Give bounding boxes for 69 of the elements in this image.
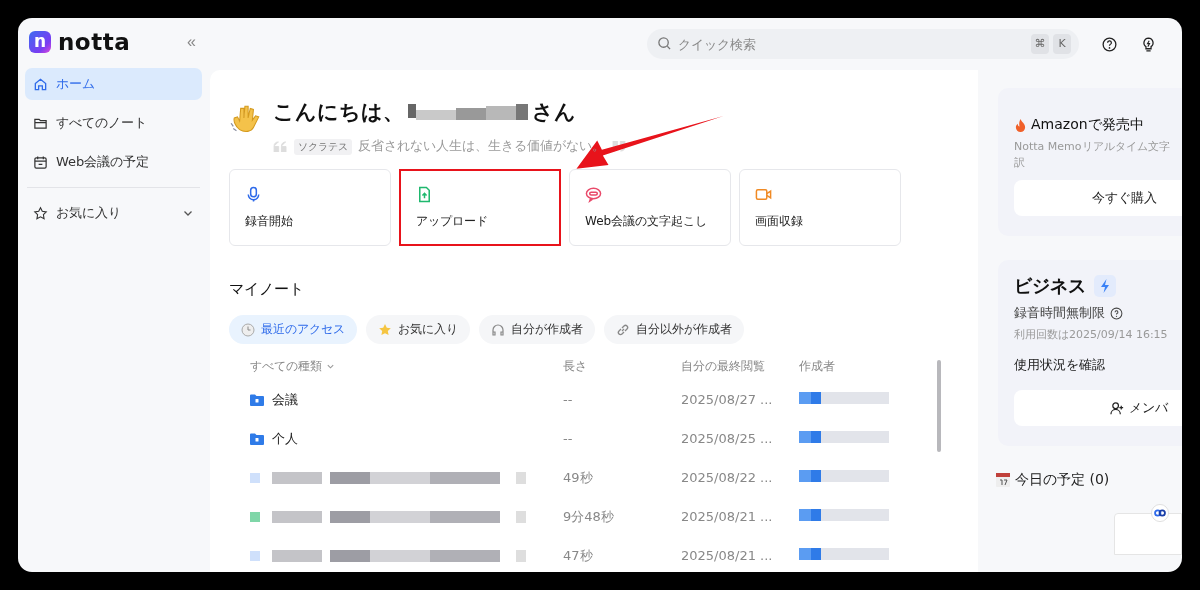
star-icon: [33, 205, 48, 221]
table-cell-text: 2025/08/25 ...: [681, 431, 774, 446]
promo-description: Notta Memoリアルタイム文字: [1014, 139, 1171, 154]
table-cell-text: 9分48秒: [563, 507, 615, 526]
lightbulb-icon[interactable]: [1140, 35, 1157, 53]
lightning-icon: [1094, 275, 1116, 297]
column-header: 作成者: [799, 357, 836, 375]
folder-name[interactable]: 会議: [272, 390, 298, 409]
microphone-icon: [245, 185, 262, 203]
folder-icon: [250, 393, 264, 406]
add-user-icon: [1110, 400, 1125, 416]
folder-name[interactable]: 个人: [272, 429, 298, 448]
table-cell-text: 2025/08/22 ...: [681, 470, 774, 485]
shortcut-key: ⌘: [1031, 34, 1049, 54]
sidebar-item[interactable]: Web会議の予定: [25, 146, 202, 178]
upload-icon: [416, 185, 433, 203]
quote-text: 反省されない人生は、生きる価値がない。: [358, 138, 605, 155]
table-cell-text: 2025/08/21 ...: [681, 509, 774, 524]
logo-text: notta: [58, 29, 131, 55]
logo-mark: n: [29, 31, 51, 53]
greeting-title: こんにちは、 さん: [273, 99, 576, 126]
table-cell-text: 2025/08/21 ...: [681, 548, 774, 563]
scrollbar[interactable]: [937, 360, 941, 452]
promo-description: 訳: [1014, 155, 1026, 170]
column-header: 自分の最終閲覧: [681, 357, 766, 375]
sidebar-item[interactable]: すべてのノート: [25, 107, 202, 139]
table-cell-text: 47秒: [563, 546, 594, 565]
table-cell-text: 2025/08/27 ...: [681, 392, 774, 407]
type-filter[interactable]: すべての種類: [229, 357, 563, 375]
help-icon[interactable]: [1110, 306, 1123, 320]
action-card[interactable]: Web会議の文字起こし: [569, 169, 731, 246]
folder-icon: [250, 432, 264, 445]
filter-chip[interactable]: 最近のアクセス: [229, 315, 357, 344]
filter-chip[interactable]: 自分以外が作成者: [604, 315, 744, 344]
home-icon: [33, 76, 48, 92]
filter-chip[interactable]: お気に入り: [366, 315, 470, 344]
action-card[interactable]: 録音開始: [229, 169, 391, 246]
favorites-item[interactable]: お気に入り: [25, 197, 202, 229]
usage-note: 利用回数は2025/09/14 16:15: [1014, 327, 1169, 342]
column-header: 長さ: [563, 357, 588, 375]
buy-now-button[interactable]: 今すぐ購入: [1014, 180, 1182, 216]
filter-chip[interactable]: 自分が作成者: [479, 315, 595, 344]
headphones-icon: [491, 322, 505, 337]
plan-feature: 録音時間無制限: [1014, 304, 1105, 322]
table-cell-text: 49秒: [563, 468, 594, 487]
help-icon[interactable]: [1101, 35, 1118, 53]
quote-author: ソクラテス: [294, 138, 352, 155]
shortcut-key: K: [1053, 34, 1071, 54]
today-title: 今日の予定 (0): [1015, 471, 1110, 489]
add-member-button[interactable]: メンバ: [1014, 390, 1182, 426]
search-icon: [657, 36, 672, 51]
promo-title: Amazonで発売中: [1031, 116, 1144, 134]
calendar-icon: [33, 154, 48, 170]
plan-title: ビジネス: [1014, 274, 1086, 298]
star-icon: [378, 322, 392, 337]
clock-icon: [241, 322, 255, 337]
quote-icon: [273, 141, 288, 152]
sidebar-item[interactable]: ホーム: [25, 68, 202, 100]
chat-icon: [585, 185, 602, 203]
section-title: マイノート: [229, 280, 305, 299]
action-card[interactable]: 画面収録: [739, 169, 901, 246]
action-card[interactable]: アップロード: [399, 169, 561, 246]
link-icon: [616, 322, 630, 337]
table-cell-text: --: [563, 431, 574, 446]
assistant-badge-icon[interactable]: [1151, 504, 1169, 522]
fire-icon: [1014, 117, 1027, 133]
usage-link[interactable]: 使用状況を確認: [1014, 356, 1182, 374]
table-cell-text: --: [563, 392, 574, 407]
calendar-icon: [996, 473, 1010, 487]
